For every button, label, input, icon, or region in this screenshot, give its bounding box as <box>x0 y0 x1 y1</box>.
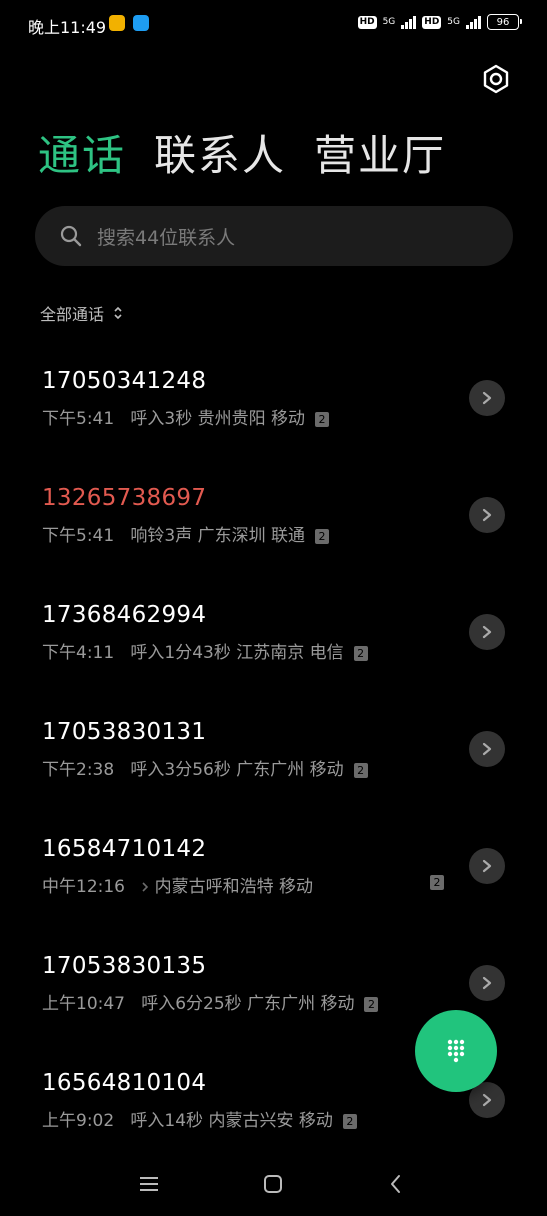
call-detail: 下午5:41 呼入3秒 贵州贵阳 移动 2 <box>42 404 330 429</box>
call-info-button[interactable] <box>469 848 505 884</box>
sim-badge: 2 <box>353 646 368 661</box>
network-label: 5G <box>447 17 460 27</box>
home-square-icon <box>264 1175 282 1193</box>
status-indicators: HD 5G HD 5G 96 <box>357 14 522 30</box>
sim-badge: 2 <box>315 412 330 427</box>
call-log-item[interactable]: 13265738697 下午5:41 响铃3声 广东深圳 联通 2 <box>0 485 547 602</box>
call-log-item[interactable]: 17053830131 下午2:38 呼入3分56秒 广东广州 移动 2 <box>0 719 547 836</box>
status-time: 晚上11:49 <box>28 18 107 37</box>
battery-icon: 96 <box>487 14 522 30</box>
sim-badge: 2 <box>353 763 368 778</box>
call-log-item[interactable]: 17368462994 下午4:11 呼入1分43秒 江苏南京 电信 2 <box>0 602 547 719</box>
chevron-right-icon <box>482 742 492 756</box>
filter-label: 全部通话 <box>40 305 105 324</box>
cloud-app-icon <box>133 15 149 31</box>
call-log-item[interactable]: 16584710142 中午12:16 内蒙古呼和浩特 移动 2 <box>0 836 547 953</box>
phone-number: 17053830135 <box>42 953 207 979</box>
phone-number: 17053830131 <box>42 719 207 745</box>
back-chevron-icon <box>391 1175 400 1193</box>
call-log-item[interactable]: 17050341248 下午5:41 呼入3秒 贵州贵阳 移动 2 <box>0 368 547 485</box>
call-info-button[interactable] <box>469 614 505 650</box>
chevron-right-icon <box>482 1093 492 1107</box>
search-bar[interactable]: 搜索44位联系人 <box>35 206 513 266</box>
call-detail: 上午9:02 呼入14秒 内蒙古兴安 移动 2 <box>42 1106 357 1131</box>
notification-app-icon <box>109 15 125 31</box>
call-detail: 中午12:16 内蒙古呼和浩特 移动 <box>42 877 314 897</box>
sim-badge: 2 <box>315 529 330 544</box>
chevron-right-icon <box>482 508 492 522</box>
network-label: 5G <box>382 17 396 27</box>
call-info-button[interactable] <box>469 965 505 1001</box>
menu-icon <box>140 1177 158 1191</box>
call-filter-dropdown[interactable]: 全部通话 <box>40 301 124 325</box>
sim-badge: 2 <box>342 1114 357 1129</box>
signal-icon <box>401 15 417 29</box>
call-detail: 下午2:38 呼入3分56秒 广东广州 移动 2 <box>42 755 368 780</box>
hd-badge: HD <box>422 15 442 29</box>
nav-menu-button[interactable] <box>137 1172 161 1196</box>
settings-button[interactable] <box>479 62 513 96</box>
phone-number: 17050341248 <box>42 368 207 394</box>
status-bar: 晚上11:49 HD 5G HD 5G 96 <box>0 0 547 50</box>
call-info-button[interactable] <box>469 731 505 767</box>
search-icon <box>60 225 82 247</box>
hd-badge: HD <box>357 15 377 29</box>
phone-number: 16564810104 <box>42 1070 207 1096</box>
nav-home-button[interactable] <box>261 1172 285 1196</box>
call-detail: 下午5:41 响铃3声 广东深圳 联通 2 <box>42 521 330 546</box>
call-detail: 下午4:11 呼入1分43秒 江苏南京 电信 2 <box>42 638 368 663</box>
sim-badge: 2 <box>430 875 444 890</box>
phone-number: 13265738697 <box>42 485 207 511</box>
call-info-button[interactable] <box>469 497 505 533</box>
chevron-right-icon <box>482 976 492 990</box>
phone-number: 16584710142 <box>42 836 207 862</box>
dialpad-icon <box>447 1039 465 1063</box>
call-detail: 上午10:47 呼入6分25秒 广东广州 移动 2 <box>42 989 379 1014</box>
dialpad-button[interactable] <box>415 1010 497 1092</box>
call-info-button[interactable] <box>469 380 505 416</box>
chevron-right-icon <box>482 859 492 873</box>
chevron-right-icon <box>482 625 492 639</box>
gear-icon <box>483 64 509 94</box>
tab-business-hall[interactable]: 营业厅 <box>314 128 446 184</box>
sim-badge: 2 <box>364 997 379 1012</box>
search-placeholder: 搜索44位联系人 <box>97 227 236 249</box>
tab-calls[interactable]: 通话 <box>38 128 126 184</box>
tab-contacts[interactable]: 联系人 <box>154 128 286 184</box>
nav-back-button[interactable] <box>384 1172 408 1196</box>
signal-icon <box>466 15 481 29</box>
phone-number: 17368462994 <box>42 602 207 628</box>
system-nav-bar <box>0 1150 547 1216</box>
incoming-arrow-icon <box>142 882 149 892</box>
top-tabs: 通话 联系人 营业厅 <box>38 128 446 184</box>
chevron-right-icon <box>482 391 492 405</box>
sort-updown-icon <box>114 306 122 320</box>
